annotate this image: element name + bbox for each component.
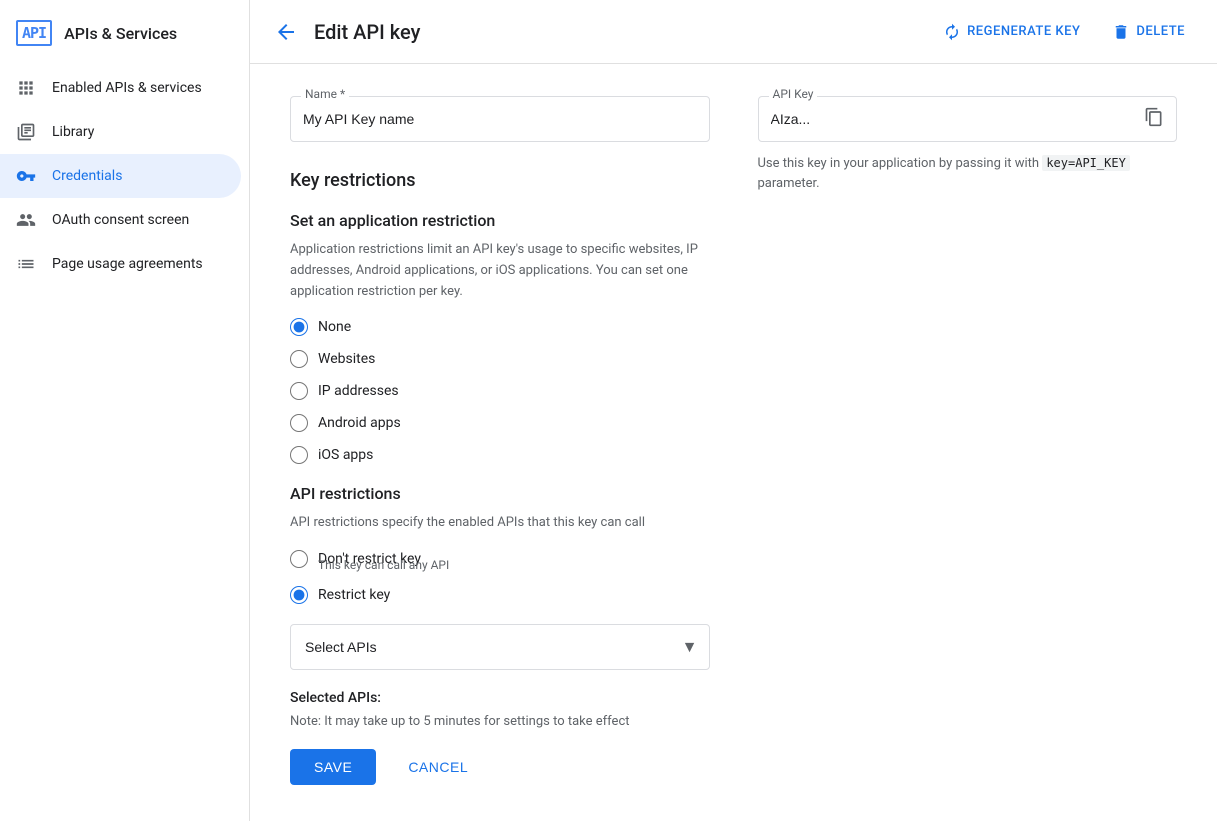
radio-android-input[interactable]	[290, 414, 308, 432]
select-apis[interactable]: Select APIs	[290, 624, 710, 670]
radio-ip-input[interactable]	[290, 382, 308, 400]
page-title: Edit API key	[314, 20, 919, 44]
action-buttons: SAVE CANCEL	[290, 749, 710, 785]
list-icon	[16, 254, 36, 274]
sidebar-item-label: Enabled APIs & services	[52, 80, 202, 96]
delete-label: DELETE	[1136, 24, 1185, 39]
sidebar-item-label: Credentials	[52, 168, 122, 184]
left-column: Name * Key restrictions Set an applicati…	[290, 96, 710, 785]
name-field-label: Name *	[301, 87, 349, 101]
people-icon	[16, 210, 36, 230]
radio-ios-input[interactable]	[290, 446, 308, 464]
radio-websites[interactable]: Websites	[290, 350, 710, 368]
key-restrictions-title: Key restrictions	[290, 170, 710, 191]
api-restriction-radio-group: Don't restrict key This key can call any…	[290, 550, 710, 604]
api-key-field: API Key	[758, 96, 1178, 142]
radio-restrict[interactable]: Restrict key	[290, 586, 710, 604]
page-content: Name * Key restrictions Set an applicati…	[250, 64, 1217, 821]
app-logo: API	[16, 20, 52, 46]
main-content: Edit API key REGENERATE KEY DELETE Name …	[250, 0, 1217, 821]
cancel-button[interactable]: CANCEL	[392, 749, 484, 785]
radio-dont-restrict-sub: This key can call any API	[318, 558, 710, 572]
radio-ip-label: IP addresses	[318, 383, 399, 399]
selected-apis-label: Selected APIs:	[290, 690, 710, 706]
sidebar-item-enabled-apis[interactable]: Enabled APIs & services	[0, 66, 241, 110]
copy-api-key-button[interactable]	[1132, 99, 1176, 140]
library-icon	[16, 122, 36, 142]
radio-websites-label: Websites	[318, 351, 375, 367]
radio-ip-addresses[interactable]: IP addresses	[290, 382, 710, 400]
name-field-group: Name *	[290, 96, 710, 142]
app-title: APIs & Services	[64, 24, 177, 43]
save-button[interactable]: SAVE	[290, 749, 376, 785]
radio-none-input[interactable]	[290, 318, 308, 336]
sidebar-item-page-usage[interactable]: Page usage agreements	[0, 242, 241, 286]
sidebar-item-label: OAuth consent screen	[52, 212, 189, 228]
radio-ios-label: iOS apps	[318, 447, 373, 463]
sidebar: API APIs & Services Enabled APIs & servi…	[0, 0, 250, 821]
api-key-hint-text2: parameter.	[758, 176, 820, 191]
radio-android-label: Android apps	[318, 415, 401, 431]
api-restriction-title: API restrictions	[290, 484, 710, 503]
radio-restrict-input[interactable]	[290, 586, 308, 604]
api-key-input[interactable]	[759, 97, 1133, 141]
api-key-hint: Use this key in your application by pass…	[758, 154, 1178, 193]
api-key-hint-text: Use this key in your application by pass…	[758, 156, 1040, 171]
sidebar-item-library[interactable]: Library	[0, 110, 241, 154]
topbar: Edit API key REGENERATE KEY DELETE	[250, 0, 1217, 64]
name-field: Name *	[290, 96, 710, 142]
regenerate-key-label: REGENERATE KEY	[967, 24, 1080, 39]
sidebar-item-label: Page usage agreements	[52, 256, 203, 272]
app-restriction-description: Application restrictions limit an API ke…	[290, 240, 710, 302]
sidebar-item-credentials[interactable]: Credentials	[0, 154, 241, 198]
regenerate-key-button[interactable]: REGENERATE KEY	[935, 15, 1088, 49]
radio-ios-apps[interactable]: iOS apps	[290, 446, 710, 464]
api-restriction-description: API restrictions specify the enabled API…	[290, 513, 710, 534]
radio-none[interactable]: None	[290, 318, 710, 336]
api-key-param: key=API_KEY	[1042, 155, 1129, 171]
api-key-field-group: API Key Use this key in your application…	[758, 96, 1178, 193]
right-column: API Key Use this key in your application…	[758, 96, 1178, 785]
key-icon	[16, 166, 36, 186]
sidebar-header: API APIs & Services	[0, 8, 249, 66]
note-text: Note: It may take up to 5 minutes for se…	[290, 714, 710, 729]
select-apis-wrapper: Select APIs ▼	[290, 624, 710, 670]
sidebar-item-label: Library	[52, 124, 94, 140]
radio-android-apps[interactable]: Android apps	[290, 414, 710, 432]
app-restriction-radio-group: None Websites IP addresses Android	[290, 318, 710, 464]
radio-dont-restrict-input[interactable]	[290, 550, 308, 568]
back-button[interactable]	[274, 20, 298, 44]
name-input[interactable]	[291, 97, 709, 141]
radio-none-label: None	[318, 319, 351, 335]
delete-button[interactable]: DELETE	[1104, 15, 1193, 49]
sidebar-item-oauth[interactable]: OAuth consent screen	[0, 198, 241, 242]
radio-restrict-label: Restrict key	[318, 587, 390, 603]
radio-websites-input[interactable]	[290, 350, 308, 368]
app-restriction-title: Set an application restriction	[290, 211, 710, 230]
api-key-label: API Key	[769, 87, 818, 101]
grid-icon	[16, 78, 36, 98]
